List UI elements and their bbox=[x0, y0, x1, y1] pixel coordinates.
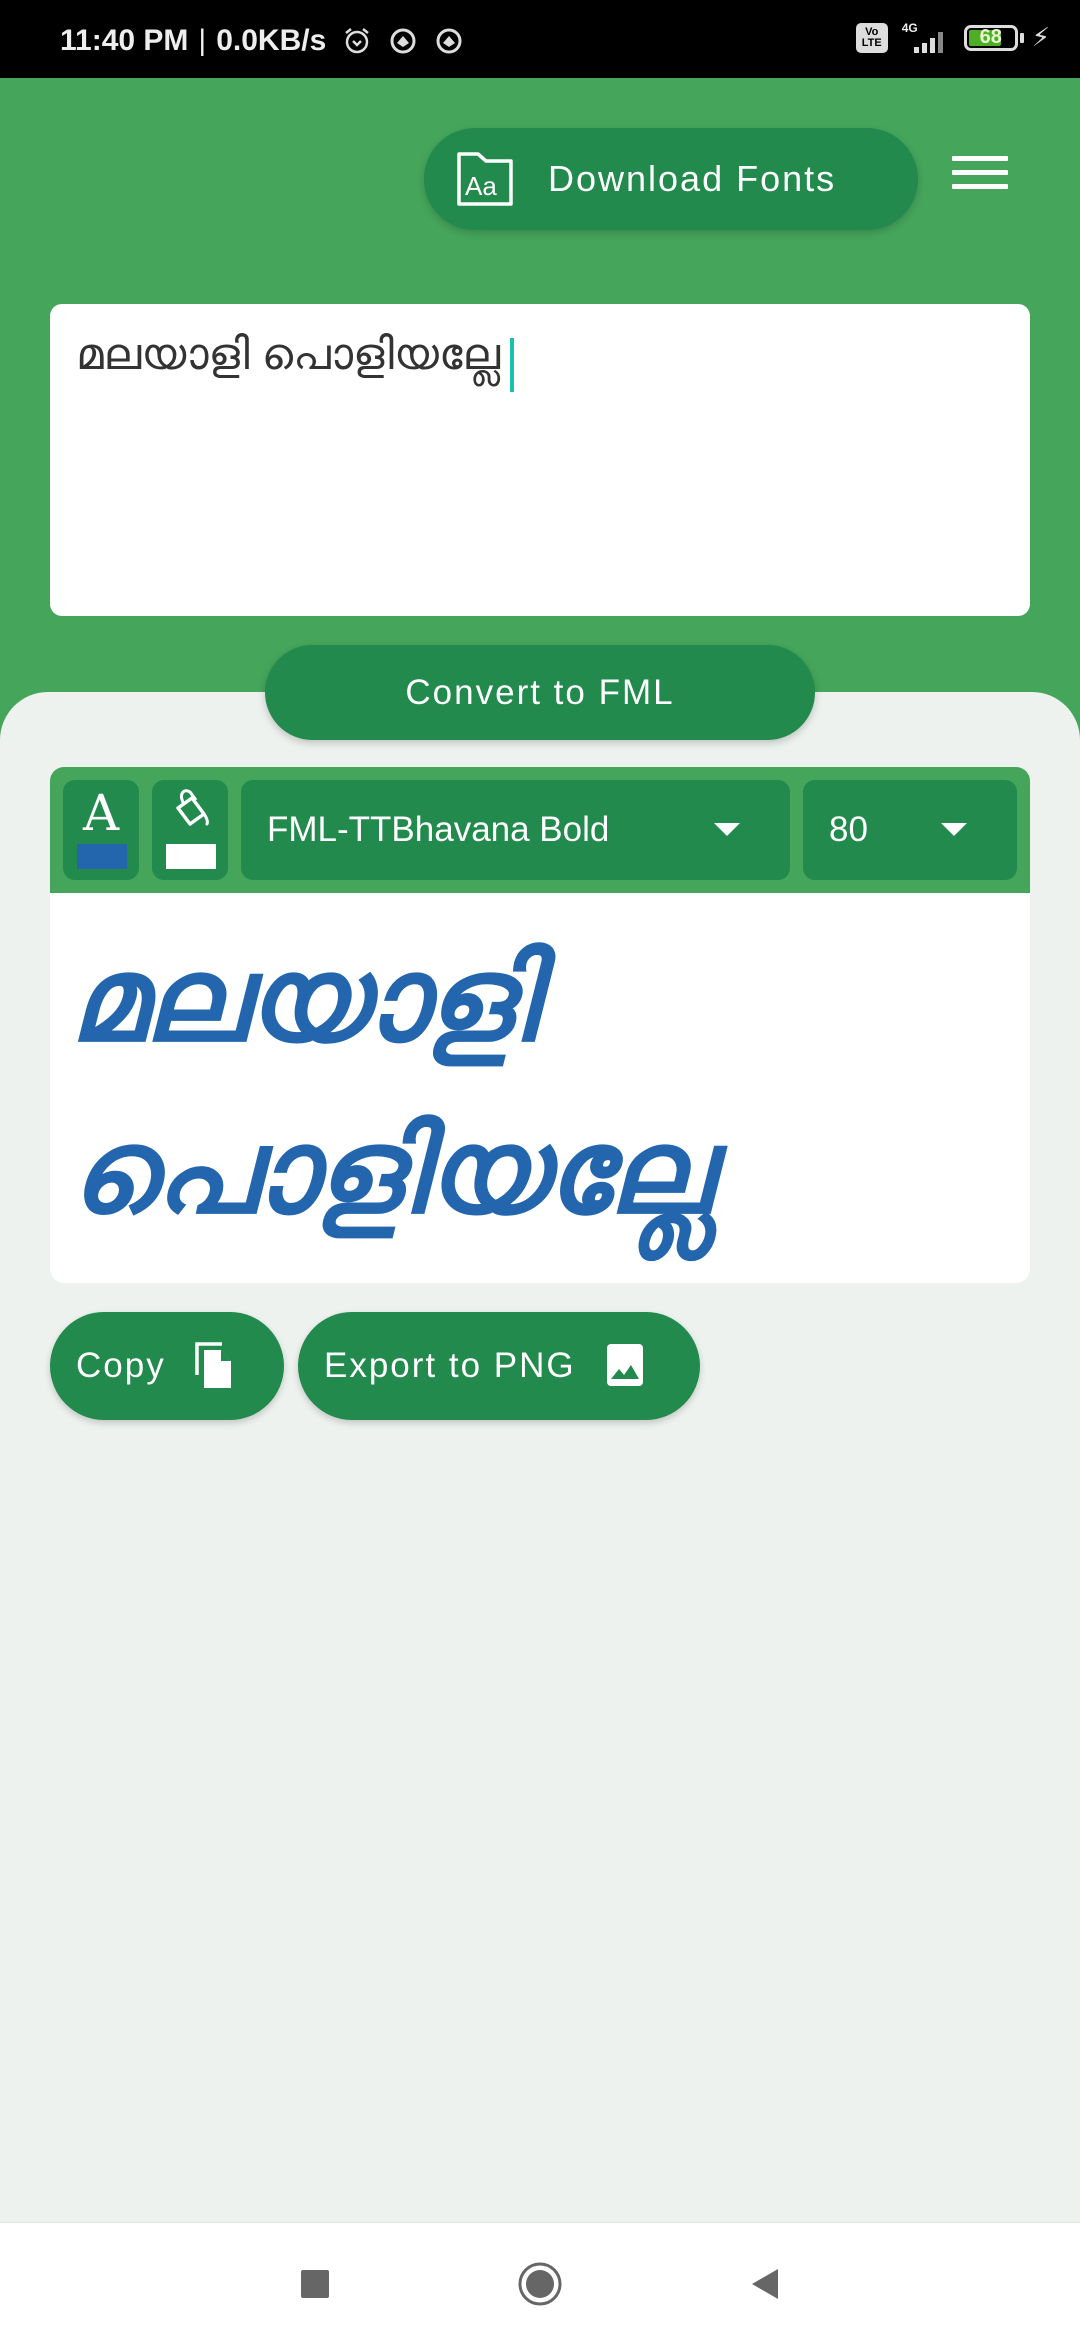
text-color-button[interactable]: A bbox=[63, 780, 139, 880]
battery-percent: 68 bbox=[979, 25, 1002, 48]
charging-icon: ⚡ bbox=[1031, 22, 1050, 52]
export-label: Export to PNG bbox=[324, 1346, 576, 1385]
font-size-value: 80 bbox=[829, 810, 868, 849]
font-size-select[interactable]: 80 bbox=[803, 780, 1017, 880]
preview-text: മലയാളി പൊളിയല്ലേ bbox=[70, 930, 710, 1240]
svg-text:Aa: Aa bbox=[465, 171, 497, 201]
malayalam-text-input[interactable]: മലയാളി പൊളിയല്ലേ bbox=[50, 304, 1030, 616]
image-icon bbox=[606, 1344, 643, 1386]
export-png-button[interactable]: Export to PNG bbox=[298, 1312, 700, 1420]
vpn-icon bbox=[390, 28, 416, 54]
background-color-button[interactable] bbox=[152, 780, 228, 880]
text-caret bbox=[510, 337, 515, 392]
status-separator: | bbox=[198, 24, 207, 57]
home-icon bbox=[518, 2262, 562, 2306]
convert-to-fml-button[interactable]: Convert to FML bbox=[265, 645, 815, 740]
font-select[interactable]: FML-TTBhavana Bold bbox=[241, 780, 790, 880]
font-select-value: FML-TTBhavana Bold bbox=[267, 810, 610, 849]
status-time: 11:40 PM bbox=[60, 24, 189, 57]
recents-icon bbox=[301, 2270, 329, 2298]
input-text-value: മലയാളി പൊളിയല്ലേ bbox=[76, 330, 501, 379]
signal-icon: 4G bbox=[901, 20, 950, 53]
dropdown-arrow-icon bbox=[941, 823, 967, 836]
copy-label: Copy bbox=[76, 1346, 166, 1385]
download-fonts-label: Download Fonts bbox=[548, 158, 837, 199]
network-type: 4G bbox=[901, 20, 918, 35]
battery-nub bbox=[1019, 32, 1024, 43]
dropdown-arrow-icon bbox=[714, 823, 740, 836]
text-color-swatch bbox=[77, 844, 127, 869]
home-button[interactable] bbox=[515, 2259, 565, 2309]
background-color-swatch bbox=[166, 844, 216, 869]
download-fonts-button[interactable]: Aa Download Fonts bbox=[424, 128, 918, 230]
status-net-speed: 0.0KB/s bbox=[216, 24, 327, 57]
system-nav-bar bbox=[0, 2222, 1080, 2341]
copy-file-icon bbox=[194, 1342, 231, 1388]
hamburger-menu-icon bbox=[952, 156, 1008, 189]
copy-button[interactable]: Copy bbox=[50, 1312, 284, 1420]
text-color-icon: A bbox=[82, 784, 120, 842]
battery-icon: 68 bbox=[963, 24, 1018, 51]
format-toolbar: A FML-TTBhavana Bold 80 bbox=[50, 767, 1030, 893]
fml-preview: മലയാളി പൊളിയല്ലേ bbox=[50, 893, 1030, 1283]
back-icon bbox=[752, 2269, 778, 2299]
alarm-icon bbox=[345, 28, 370, 54]
paint-bucket-icon bbox=[176, 789, 209, 826]
vpn-icon bbox=[436, 28, 462, 54]
font-folder-icon: Aa bbox=[457, 152, 513, 206]
back-button[interactable] bbox=[740, 2259, 790, 2309]
recents-button[interactable] bbox=[290, 2259, 340, 2309]
menu-button[interactable] bbox=[952, 156, 1008, 196]
status-bar: 11:40 PM | 0.0KB/s Vo LTE 4G 68 ⚡ bbox=[0, 0, 1080, 78]
volte-icon: Vo LTE bbox=[855, 22, 888, 53]
